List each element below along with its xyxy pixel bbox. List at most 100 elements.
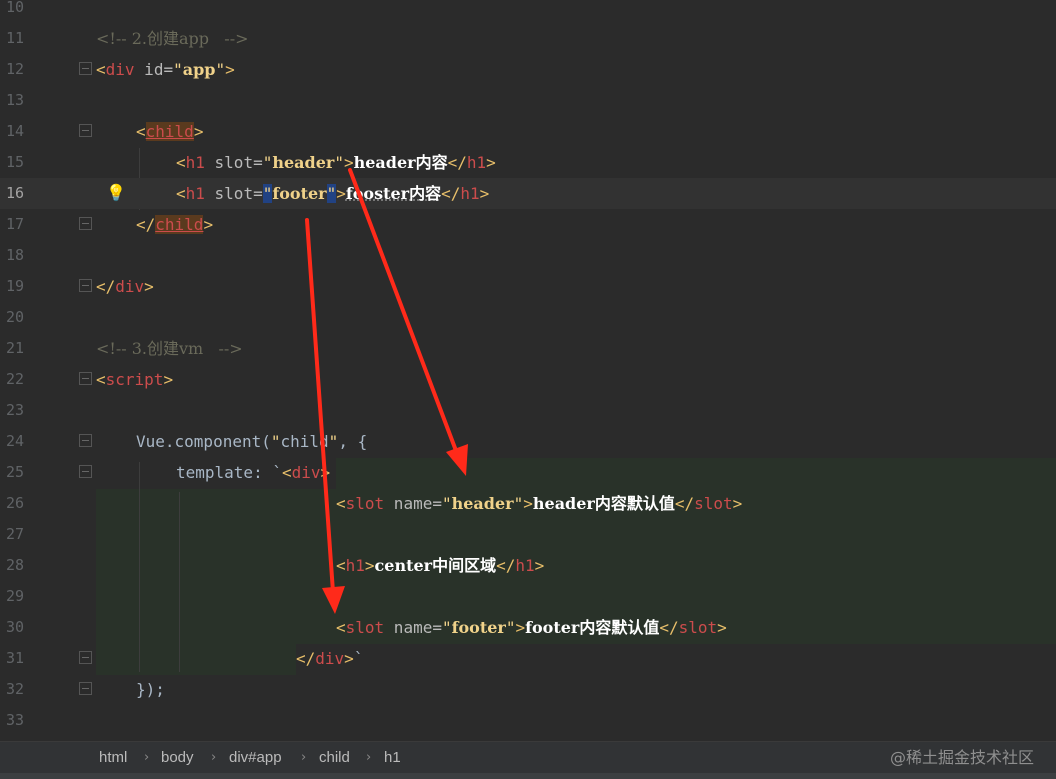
- fold-marker-icon[interactable]: [79, 651, 92, 664]
- code-content: <h1>center中间区域</h1>: [336, 550, 544, 581]
- code-line[interactable]: 15 <h1 slot="header">header内容</h1>: [0, 147, 1056, 178]
- code-line-current[interactable]: 16 💡 <h1 slot="footer">fooster内容</h1>: [0, 178, 1056, 209]
- quote: ": [173, 60, 183, 79]
- code-editor[interactable]: 10 11 <!-- 2.创建app --> 12 <div id="app">…: [0, 0, 1056, 741]
- tag-bracket: </: [447, 153, 467, 172]
- tag-bracket: >: [336, 184, 346, 203]
- tag-bracket: >: [144, 277, 154, 296]
- code-content: </div>`: [296, 643, 363, 674]
- quote: ": [270, 432, 281, 451]
- element-text: fooster内容: [345, 184, 442, 203]
- line-number: 23: [6, 401, 25, 419]
- element-text: footer内容默认值: [525, 618, 660, 637]
- element-text: header内容默认值: [532, 494, 675, 513]
- breadcrumb-item-body[interactable]: body: [161, 742, 194, 773]
- tag-bracket: >: [486, 153, 496, 172]
- line-number: 18: [6, 246, 25, 264]
- fold-marker-icon[interactable]: [79, 682, 92, 695]
- line-number: 33: [6, 711, 25, 729]
- code-content: </child>: [136, 209, 213, 240]
- tag-bracket: <: [281, 463, 292, 482]
- tag-bracket: <: [176, 184, 186, 203]
- code-content: <child>: [136, 116, 203, 147]
- line-number: 10: [6, 0, 25, 16]
- attr-value: footer: [272, 184, 327, 203]
- breadcrumb-item-h1[interactable]: h1: [384, 742, 401, 773]
- fold-marker-icon[interactable]: [79, 372, 92, 385]
- line-number: 27: [6, 525, 25, 543]
- lightbulb-icon[interactable]: 💡: [106, 183, 126, 203]
- attr-value: header: [272, 153, 335, 172]
- fold-marker-icon[interactable]: [79, 434, 92, 447]
- code-line[interactable]: 33: [0, 705, 1056, 736]
- tag-name: div: [291, 463, 321, 482]
- line-number: 17: [6, 215, 25, 233]
- fold-marker-icon[interactable]: [79, 62, 92, 75]
- code-line[interactable]: 17 </child>: [0, 209, 1056, 240]
- code-line[interactable]: 21 <!-- 3.创建vm -->: [0, 333, 1056, 364]
- breadcrumb-item-child[interactable]: child: [319, 742, 350, 773]
- line-number: 11: [6, 29, 25, 47]
- line-number: 29: [6, 587, 25, 605]
- element-text: header内容: [353, 153, 448, 172]
- code-line[interactable]: 31 </div>`: [0, 643, 1056, 674]
- code-line[interactable]: 10: [0, 0, 1056, 23]
- tag-bracket: >: [225, 60, 235, 79]
- line-number: 20: [6, 308, 25, 326]
- code-content: template: `<div>: [176, 457, 330, 488]
- tag-bracket: >: [717, 618, 727, 637]
- code-line[interactable]: 30 <slot name="footer">footer内容默认值</slot…: [0, 612, 1056, 643]
- tag-bracket: <: [96, 370, 106, 389]
- line-number: 30: [6, 618, 25, 636]
- tag-bracket: </: [659, 618, 679, 637]
- tag-bracket: >: [479, 184, 490, 203]
- tag-bracket: <: [136, 122, 146, 141]
- tag-name: h1: [185, 153, 205, 172]
- line-number: 25: [6, 463, 25, 481]
- fold-marker-icon[interactable]: [79, 279, 92, 292]
- attr-name: slot=: [204, 184, 263, 203]
- breadcrumb-separator: ›: [211, 750, 217, 765]
- line-number: 31: [6, 649, 25, 667]
- line-number: 21: [6, 339, 25, 357]
- code-line[interactable]: 19 </div>: [0, 271, 1056, 302]
- code-line[interactable]: 18: [0, 240, 1056, 271]
- tag-name: child: [145, 122, 194, 141]
- code-line[interactable]: 11 <!-- 2.创建app -->: [0, 23, 1056, 54]
- code-line[interactable]: 20: [0, 302, 1056, 333]
- line-number: 32: [6, 680, 25, 698]
- tag-bracket: >: [203, 215, 214, 234]
- code-line[interactable]: 25 template: `<div>: [0, 457, 1056, 488]
- fold-marker-icon[interactable]: [79, 465, 92, 478]
- breadcrumb-item-html[interactable]: html: [99, 742, 127, 773]
- element-text: center中间区域: [374, 556, 497, 575]
- tag-name: child: [155, 215, 204, 234]
- fold-marker-icon[interactable]: [79, 217, 92, 230]
- code-line[interactable]: 13: [0, 85, 1056, 116]
- code-content: });: [136, 674, 165, 705]
- code-line[interactable]: 28 <h1>center中间区域</h1>: [0, 550, 1056, 581]
- code-line[interactable]: 14 <child>: [0, 116, 1056, 147]
- fold-marker-icon[interactable]: [79, 124, 92, 137]
- tag-bracket: >: [515, 618, 526, 637]
- code-line[interactable]: 22 <script>: [0, 364, 1056, 395]
- code-line[interactable]: 29: [0, 581, 1056, 612]
- breadcrumb-item-div-app[interactable]: div#app: [229, 742, 282, 773]
- code-line[interactable]: 32 });: [0, 674, 1056, 705]
- code-line[interactable]: 24 Vue.component("child", {: [0, 426, 1056, 457]
- tag-name: h1: [345, 556, 365, 575]
- tag-name: div: [315, 649, 345, 668]
- tag-bracket: </: [441, 184, 461, 203]
- js-code: `: [353, 649, 364, 668]
- code-line[interactable]: 23: [0, 395, 1056, 426]
- attr-name: name=: [384, 494, 442, 513]
- code-line[interactable]: 12 <div id="app">: [0, 54, 1056, 85]
- code-line[interactable]: 26 <slot name="header">header内容默认值</slot…: [0, 488, 1056, 519]
- line-number: 15: [6, 153, 25, 171]
- breadcrumb-separator: ›: [301, 750, 307, 765]
- tag-bracket: <: [336, 556, 346, 575]
- attr-name: id=: [134, 60, 174, 79]
- tag-bracket: <: [336, 618, 346, 637]
- code-line[interactable]: 27: [0, 519, 1056, 550]
- quote: ": [262, 153, 273, 172]
